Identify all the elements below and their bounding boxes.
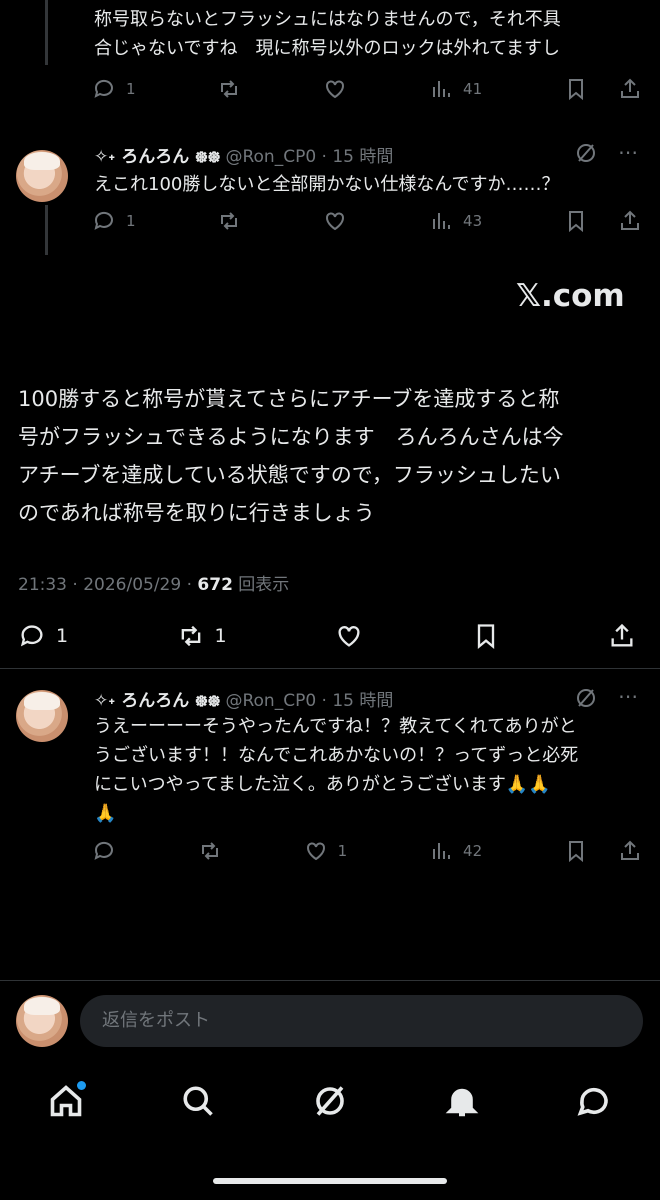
top-reply-actions: 1 41 (92, 73, 642, 105)
repost-icon (201, 842, 218, 860)
nav-grok[interactable] (312, 1083, 348, 1123)
like-button[interactable] (335, 622, 363, 650)
heart-icon (326, 80, 345, 99)
reply-button[interactable]: 1 (92, 77, 136, 101)
like-count: 1 (337, 842, 348, 860)
source-label: 𝕏.com (516, 278, 625, 314)
repost-button[interactable]: 1 (177, 622, 227, 650)
display-name[interactable]: ✧˖ ろんろん ᪥᪥ (94, 147, 220, 167)
main-post-text: 100勝すると称号が貰えてさらにアチーブを達成すると称 号がフラッシュできるよう… (18, 387, 564, 525)
repost-button[interactable] (217, 209, 241, 233)
reply-button[interactable] (92, 839, 116, 863)
home-indicator (213, 1178, 447, 1184)
heart-icon (338, 626, 360, 647)
reply-count: 1 (56, 625, 69, 647)
reply2-header: ✧˖ ろんろん ᪥᪥ @Ron_CP0 · 15 時間 (94, 686, 634, 711)
avatar[interactable] (16, 150, 68, 202)
reply1-actions: 1 43 (92, 205, 642, 237)
like-button[interactable]: 1 (304, 839, 348, 863)
heart-icon (326, 212, 345, 231)
top-reply-text: 称号取らないとフラッシュにはなりませんので，それ不具 合じゃないですね 現に称号… (94, 9, 561, 59)
handle[interactable]: @Ron_CP0 · 15 時間 (225, 147, 393, 167)
heart-icon (306, 842, 325, 861)
reply-button[interactable]: 1 (92, 209, 136, 233)
views-icon (433, 843, 451, 859)
views-icon (433, 213, 451, 229)
repost-button[interactable] (217, 77, 241, 101)
share-button[interactable] (608, 622, 636, 650)
avatar[interactable] (16, 690, 68, 742)
reply-placeholder: 返信をポスト (102, 1010, 210, 1031)
grok-icon (316, 1086, 344, 1116)
thread-line (45, 205, 48, 255)
share-icon (611, 623, 633, 647)
handle[interactable]: @Ron_CP0 · 15 時間 (225, 691, 393, 711)
grok-icon[interactable] (574, 686, 598, 710)
view-count: 43 (463, 212, 483, 230)
repost-icon (181, 625, 200, 647)
view-count: 42 (463, 842, 483, 860)
repost-button[interactable] (198, 839, 222, 863)
bookmark-icon[interactable] (564, 839, 588, 863)
reply-count: 1 (126, 212, 136, 230)
views-button[interactable]: 41 (429, 77, 482, 101)
reply-icon (94, 211, 113, 230)
views-icon (433, 81, 451, 97)
reply-icon (94, 79, 113, 98)
reply-icon (20, 625, 43, 647)
bookmark-button[interactable] (472, 622, 500, 650)
bottom-nav (0, 1078, 660, 1128)
share-icon[interactable] (618, 839, 642, 863)
bookmark-icon[interactable] (564, 77, 588, 101)
share-icon[interactable] (618, 77, 642, 101)
reply-icon (94, 841, 113, 860)
nav-home[interactable] (48, 1081, 86, 1123)
notification-dot (77, 1081, 86, 1090)
reply2-actions: 1 42 (92, 835, 642, 867)
share-icon[interactable] (618, 209, 642, 233)
view-count: 41 (463, 80, 483, 98)
reply2-text: うえーーーーそうやったんですね！？教えてくれてありがと うございます！！なんでこ… (94, 716, 579, 824)
grok-icon[interactable] (574, 141, 598, 165)
divider (0, 668, 660, 669)
reply1-header: ✧˖ ろんろん ᪥᪥ @Ron_CP0 · 15 時間 (94, 142, 634, 167)
views-button[interactable]: 42 (429, 839, 482, 863)
view-count: 672 (197, 575, 233, 595)
post-timestamp: 21:33 · 2026/05/29 · 672 回表示 (18, 575, 290, 595)
nav-search[interactable] (180, 1083, 216, 1123)
reply-input[interactable]: 返信をポスト (80, 995, 643, 1047)
reply-count: 1 (126, 80, 136, 98)
views-button[interactable]: 43 (429, 209, 482, 233)
bookmark-icon (477, 624, 494, 649)
nav-messages[interactable] (576, 1083, 612, 1123)
display-name[interactable]: ✧˖ ろんろん ᪥᪥ (94, 691, 220, 711)
notifications-icon (445, 1088, 479, 1117)
composer-avatar (16, 995, 68, 1047)
divider (0, 980, 660, 981)
repost-count: 1 (214, 625, 227, 647)
repost-icon (221, 80, 238, 98)
like-button[interactable] (323, 209, 347, 233)
thread-line (45, 0, 48, 65)
main-post-actions: 1 1 (18, 618, 636, 654)
bookmark-icon[interactable] (564, 209, 588, 233)
nav-notifications[interactable] (444, 1083, 480, 1123)
repost-icon (221, 212, 238, 230)
like-button[interactable] (323, 77, 347, 101)
more-icon[interactable]: ⋯ (618, 684, 638, 708)
search-icon (183, 1086, 213, 1116)
messages-icon (577, 1088, 608, 1116)
reply-button[interactable]: 1 (18, 622, 68, 650)
more-icon[interactable]: ⋯ (618, 140, 638, 164)
reply1-text: えこれ100勝しないと全部開かない仕様なんですか……？ (94, 174, 560, 195)
